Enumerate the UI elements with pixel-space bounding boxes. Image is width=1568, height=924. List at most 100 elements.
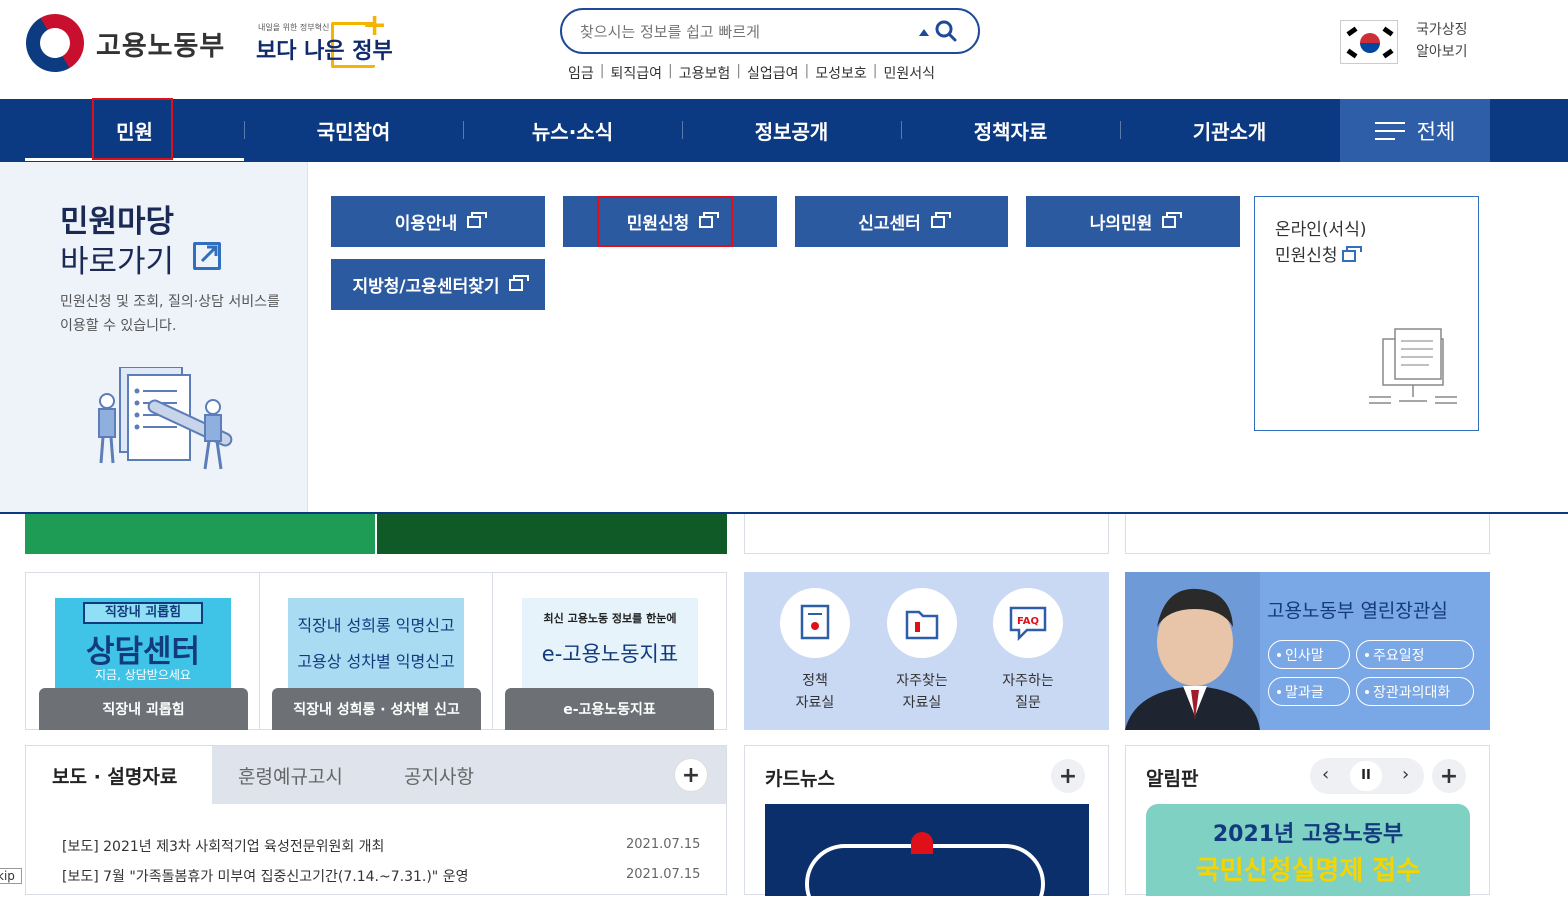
quick-link[interactable]: 임금: [568, 63, 594, 83]
minister-dialogue-link[interactable]: 장관과의대화: [1356, 677, 1474, 706]
chevron-left-icon[interactable]: ‹: [1322, 764, 1329, 785]
promo-harassment-label[interactable]: 직장내 괴롭힘: [39, 688, 248, 730]
dropdown-title: 민원마당: [60, 204, 175, 240]
notice-more-plus-icon[interactable]: +: [1432, 759, 1466, 793]
quick-label-frequent-data[interactable]: 자주찾는자료실: [877, 670, 967, 714]
new-window-icon: [509, 274, 530, 291]
quick-link[interactable]: 실업급여: [747, 63, 799, 83]
notice-board-box: 알림판 ‹ II › + 2021년 고용노동부 국민신청실명제 접수: [1125, 745, 1490, 896]
news-board: 보도 · 설명자료 훈령예규고시 공지사항 + [보도] 2021년 제3차 사…: [25, 745, 727, 895]
folder-icon[interactable]: [887, 588, 957, 658]
office-finder-button[interactable]: 지방청/고용센터찾기: [331, 259, 545, 310]
trigram-mark: [1382, 26, 1394, 37]
promo-labor-index-banner[interactable]: 최신 고용노동 정보를 한눈에 e-고용노동지표: [522, 598, 698, 688]
external-link-icon[interactable]: [193, 242, 221, 270]
label-line: 자주찾는: [896, 673, 948, 689]
news-item[interactable]: [보도] 7월 "가족돌봄휴가 미부여 집중신고기간(7.14.~7.31.)"…: [62, 866, 468, 886]
quick-link[interactable]: 민원서식: [883, 63, 935, 83]
notice-banner[interactable]: 2021년 고용노동부 국민신청실명제 접수: [1146, 804, 1470, 896]
promo-harassment-banner[interactable]: 직장내 괴롭힘 상담센터 지금, 상담받으세요: [55, 598, 231, 688]
divider: |: [872, 63, 878, 79]
report-center-label: 신고센터: [858, 214, 921, 234]
label-line: 자료실: [902, 695, 942, 711]
skip-link[interactable]: kip: [0, 868, 22, 884]
civil-service-dropdown: 민원마당 바로가기 민원신청 및 조회, 질의·상담 서비스를 이용할 수 있습…: [0, 162, 1568, 514]
report-center-button[interactable]: 신고센터: [795, 196, 1008, 247]
banner-slide-green[interactable]: [25, 514, 375, 554]
hamburger-icon: [1374, 121, 1405, 141]
search-box: [560, 8, 980, 54]
notice-banner-line2: 국민신청실명제 접수: [1195, 856, 1421, 886]
dropdown-description: 민원신청 및 조회, 질의·상담 서비스를 이용할 수 있습니다.: [60, 294, 280, 334]
news-more-plus-icon[interactable]: +: [674, 758, 708, 792]
slogan-logo[interactable]: 보다 나은 정부: [256, 33, 393, 65]
quick-link[interactable]: 고용보험: [679, 63, 731, 83]
tab-press-release[interactable]: 보도 · 설명자료: [52, 746, 177, 804]
my-civil-button[interactable]: 나의민원: [1026, 196, 1240, 247]
nav-item-disclosure[interactable]: 정보공개: [682, 99, 901, 162]
promo-sexual-harassment-label[interactable]: 직장내 성희롱 · 성차별 신고: [272, 688, 481, 730]
government-emblem-icon[interactable]: [15, 3, 95, 83]
all-menu-button[interactable]: 전체: [1340, 99, 1490, 162]
tab-regulations[interactable]: 훈령예규고시: [238, 746, 343, 804]
promo-sexual-harassment-banner[interactable]: 직장내 성희롱 익명신고 고용상 성차별 익명신고: [288, 598, 464, 688]
minister-speeches-link[interactable]: 말과글: [1268, 677, 1350, 706]
label-line: 질문: [1015, 695, 1041, 711]
nav-item-news[interactable]: 뉴스·소식: [463, 99, 682, 162]
banner-slide-darkgreen[interactable]: [377, 514, 727, 554]
promo-labor-index-label[interactable]: e-고용노동지표: [505, 688, 714, 730]
divider: [259, 573, 260, 729]
chevron-right-icon[interactable]: ›: [1402, 764, 1409, 785]
main-navigation: 민원 국민참여 뉴스·소식 정보공개 정책자료 기관소개 전체: [0, 98, 1568, 162]
search-history-toggle-icon[interactable]: [919, 29, 929, 36]
nav-item-participation[interactable]: 국민참여: [244, 99, 463, 162]
quick-link[interactable]: 퇴직급여: [610, 63, 662, 83]
minister-office-title[interactable]: 고용노동부 열린장관실: [1267, 596, 1448, 623]
quick-label-policy[interactable]: 정책 자료실: [770, 670, 860, 714]
siren-frame-decoration: [805, 844, 1045, 924]
card-news-more-plus-icon[interactable]: +: [1051, 759, 1085, 793]
guide-button[interactable]: 이용안내: [331, 196, 545, 247]
ministry-logo-text[interactable]: 고용노동부: [96, 24, 225, 63]
card-news-thumbnail[interactable]: [765, 804, 1089, 924]
promo-sub-text: 지금, 상담받으세요: [95, 668, 191, 682]
news-date: 2021.07.15: [626, 867, 701, 882]
quick-link[interactable]: 모성보호: [815, 63, 867, 83]
minister-greeting-link[interactable]: 인사말: [1268, 640, 1350, 669]
highlight-box: [92, 98, 173, 160]
news-item[interactable]: [보도] 2021년 제3차 사회적기업 육성전문위원회 개최: [62, 836, 384, 856]
nav-item-policy[interactable]: 정책자료: [901, 99, 1120, 162]
national-symbol-link[interactable]: 국가상징 알아보기: [1416, 19, 1468, 63]
my-civil-label: 나의민원: [1089, 214, 1153, 234]
online-form-line1: 온라인(서식): [1275, 220, 1367, 240]
quick-label-faq[interactable]: 자주하는 질문: [983, 670, 1073, 714]
banner-box: [1125, 514, 1490, 554]
tab-notices[interactable]: 공지사항: [404, 746, 474, 804]
minister-office-panel: 고용노동부 열린장관실 인사말 주요일정 말과글 장관과의대화: [1125, 572, 1490, 730]
national-flag-icon[interactable]: [1340, 20, 1398, 64]
pause-icon[interactable]: II: [1350, 761, 1382, 791]
faq-icon[interactable]: FAQ: [993, 588, 1063, 658]
national-symbol-line2: 알아보기: [1416, 44, 1468, 60]
national-symbol-line1: 국가상징: [1416, 22, 1468, 38]
news-date: 2021.07.15: [626, 837, 701, 852]
trigram-mark: [1382, 48, 1394, 59]
guide-button-label: 이용안내: [394, 214, 458, 234]
new-window-icon: [1162, 211, 1183, 228]
online-form-line2-text: 민원신청: [1275, 246, 1338, 266]
nav-item-about[interactable]: 기관소개: [1120, 99, 1339, 162]
search-input[interactable]: [580, 20, 900, 44]
promo-top-text: 최신 고용노동 정보를 한눈에: [543, 612, 677, 625]
online-form-application-box[interactable]: 온라인(서식) 민원신청: [1254, 196, 1479, 431]
minister-schedule-link[interactable]: 주요일정: [1356, 640, 1474, 669]
trigram-mark: [1346, 26, 1358, 37]
label-line: 자료실: [795, 695, 835, 711]
search-icon[interactable]: [935, 20, 957, 42]
dropdown-shortcut-link[interactable]: 바로가기: [60, 236, 174, 281]
notice-banner-line1: 2021년 고용노동부: [1212, 822, 1404, 847]
card-news-title: 카드뉴스: [765, 768, 835, 790]
svg-text:FAQ: FAQ: [1017, 616, 1039, 627]
book-icon[interactable]: [780, 588, 850, 658]
site-header: 고용노동부 내일을 위한 정부혁신 + 보다 나은 정부 임금| 퇴직급여| 고…: [0, 0, 1568, 99]
online-document-illustration: [1369, 328, 1457, 404]
